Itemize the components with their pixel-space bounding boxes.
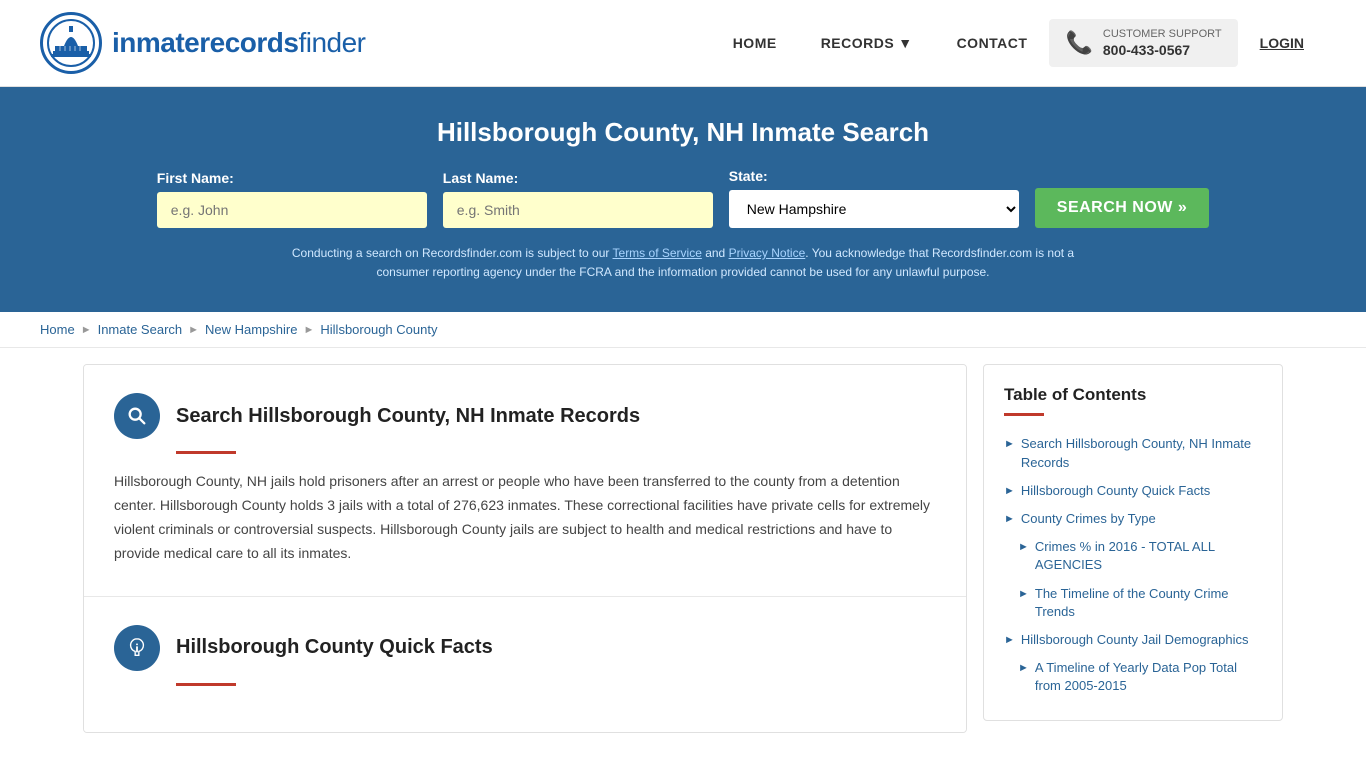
toc-label-3: Crimes % in 2016 - TOTAL ALL AGENCIES: [1035, 538, 1262, 574]
last-name-input[interactable]: [443, 192, 713, 228]
toc-label-2: County Crimes by Type: [1021, 510, 1156, 528]
toc-label-1: Hillsborough County Quick Facts: [1021, 482, 1210, 500]
breadcrumb-hillsborough[interactable]: Hillsborough County: [320, 322, 437, 337]
breadcrumb-sep-2: ►: [188, 324, 199, 336]
section-underline-1: [176, 451, 236, 454]
first-name-group: First Name:: [157, 170, 427, 228]
first-name-input[interactable]: [157, 192, 427, 228]
breadcrumb-sep-3: ►: [304, 324, 315, 336]
toc-item-search-records[interactable]: ► Search Hillsborough County, NH Inmate …: [1004, 430, 1262, 476]
logo-main-text: inmaterecords: [112, 27, 298, 58]
toc-item-timeline[interactable]: ► The Timeline of the County Crime Trend…: [1004, 580, 1262, 626]
toc-title: Table of Contents: [1004, 385, 1262, 405]
support-label: CUSTOMER SUPPORT: [1103, 28, 1222, 40]
page-title: Hillsborough County, NH Inmate Search: [40, 117, 1326, 148]
logo-text: inmaterecordsfinder: [112, 27, 366, 59]
toc-chevron-4: ►: [1018, 540, 1029, 555]
breadcrumb-inmate-search[interactable]: Inmate Search: [98, 322, 183, 337]
nav-records[interactable]: RECORDS ▼: [799, 25, 935, 61]
search-records-text: Hillsborough County, NH jails hold priso…: [114, 470, 936, 565]
toc-chevron-7: ►: [1018, 661, 1029, 676]
toc-chevron-2: ►: [1004, 484, 1015, 499]
toc-label-5: Hillsborough County Jail Demographics: [1021, 631, 1249, 649]
toc-chevron-6: ►: [1004, 633, 1015, 648]
nav-records-label: RECORDS: [821, 35, 895, 51]
header: inmaterecordsfinder HOME RECORDS ▼ CONTA…: [0, 0, 1366, 87]
logo-icon: [40, 12, 102, 74]
search-records-title: Search Hillsborough County, NH Inmate Re…: [176, 405, 640, 428]
nav-home[interactable]: HOME: [711, 25, 799, 61]
toc-divider: [1004, 413, 1044, 416]
chevron-down-icon: ▼: [898, 35, 912, 51]
quick-facts-title: Hillsborough County Quick Facts: [176, 636, 493, 659]
content-right: Table of Contents ► Search Hillsborough …: [983, 364, 1283, 732]
privacy-link[interactable]: Privacy Notice: [729, 246, 806, 260]
disclaimer-text: Conducting a search on Recordsfinder.com…: [273, 244, 1093, 282]
search-icon: [126, 405, 148, 427]
toc-item-yearly-data[interactable]: ► A Timeline of Yearly Data Pop Total fr…: [1004, 654, 1262, 700]
toc-item-demographics[interactable]: ► Hillsborough County Jail Demographics: [1004, 626, 1262, 654]
info-icon: [126, 637, 148, 659]
support-info: CUSTOMER SUPPORT 800-433-0567: [1103, 27, 1222, 59]
search-records-header: Search Hillsborough County, NH Inmate Re…: [114, 393, 936, 439]
content-left: Search Hillsborough County, NH Inmate Re…: [83, 364, 967, 732]
toc-item-quick-facts[interactable]: ► Hillsborough County Quick Facts: [1004, 477, 1262, 505]
breadcrumb-home[interactable]: Home: [40, 322, 75, 337]
main-nav: HOME RECORDS ▼ CONTACT 📞 CUSTOMER SUPPOR…: [711, 19, 1326, 67]
hero-section: Hillsborough County, NH Inmate Search Fi…: [0, 87, 1366, 312]
search-button[interactable]: SEARCH NOW »: [1035, 188, 1209, 228]
logo-area: inmaterecordsfinder: [40, 12, 366, 74]
toc-box: Table of Contents ► Search Hillsborough …: [983, 364, 1283, 721]
toc-label-4: The Timeline of the County Crime Trends: [1035, 585, 1262, 621]
nav-login[interactable]: LOGIN: [1238, 25, 1326, 61]
breadcrumb-sep-1: ►: [81, 324, 92, 336]
toc-chevron-3: ►: [1004, 512, 1015, 527]
search-icon-circle: [114, 393, 160, 439]
last-name-label: Last Name:: [443, 170, 518, 186]
toc-item-crimes-pct[interactable]: ► Crimes % in 2016 - TOTAL ALL AGENCIES: [1004, 533, 1262, 579]
breadcrumb: Home ► Inmate Search ► New Hampshire ► H…: [0, 312, 1366, 348]
section-underline-2: [176, 683, 236, 686]
first-name-label: First Name:: [157, 170, 234, 186]
main-content: Search Hillsborough County, NH Inmate Re…: [43, 364, 1323, 732]
toc-label-6: A Timeline of Yearly Data Pop Total from…: [1035, 659, 1262, 695]
search-records-section: Search Hillsborough County, NH Inmate Re…: [84, 365, 966, 596]
info-icon-circle: [114, 625, 160, 671]
support-box: 📞 CUSTOMER SUPPORT 800-433-0567: [1049, 19, 1237, 67]
phone-icon: 📞: [1065, 30, 1092, 56]
tos-link[interactable]: Terms of Service: [613, 246, 702, 260]
support-phone-number: 800-433-0567: [1103, 41, 1222, 59]
quick-facts-section: Hillsborough County Quick Facts: [84, 597, 966, 732]
toc-label-0: Search Hillsborough County, NH Inmate Re…: [1021, 435, 1262, 471]
last-name-group: Last Name:: [443, 170, 713, 228]
quick-facts-header: Hillsborough County Quick Facts: [114, 625, 936, 671]
toc-item-county-crimes[interactable]: ► County Crimes by Type: [1004, 505, 1262, 533]
state-group: State: New Hampshire AlabamaAlaskaArizon…: [729, 168, 1019, 228]
breadcrumb-new-hampshire[interactable]: New Hampshire: [205, 322, 297, 337]
logo-bold-text: finder: [298, 27, 365, 58]
nav-contact[interactable]: CONTACT: [935, 25, 1050, 61]
toc-chevron-5: ►: [1018, 587, 1029, 602]
toc-chevron-1: ►: [1004, 437, 1015, 452]
state-select[interactable]: New Hampshire AlabamaAlaskaArizona Arkan…: [729, 190, 1019, 228]
state-label: State:: [729, 168, 768, 184]
search-form: First Name: Last Name: State: New Hampsh…: [40, 168, 1326, 228]
